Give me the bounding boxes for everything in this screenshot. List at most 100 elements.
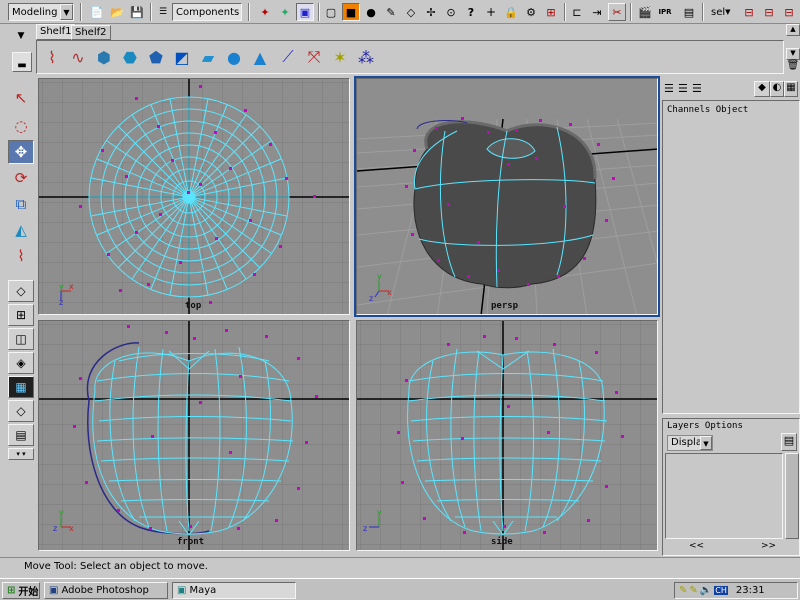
select-by-component-icon[interactable]: ▣ [296,3,314,21]
particle-icon[interactable]: ⁂ [355,45,377,69]
layers-header[interactable]: Layers Options [667,421,743,431]
task-label: Adobe Photoshop [61,585,149,596]
edge-mask-icon[interactable]: ✎ [382,3,400,21]
filter-icon[interactable]: ☰ [154,3,172,21]
viewport-front[interactable]: y x z front [38,320,350,551]
snap-view-icon[interactable]: ✂ [608,3,626,21]
persp-outliner-layout-icon[interactable]: ◈ [8,352,34,374]
light-icon[interactable]: ✶ [329,45,351,69]
panel-toggle-icon[interactable]: ▦ [784,81,798,97]
last-tool-icon[interactable]: ⌇ [8,244,34,268]
select-by-hierarchy-icon[interactable]: ✦ [256,3,274,21]
clock[interactable]: 23:31 [736,585,765,596]
selection-mask-field[interactable]: Components [172,3,242,21]
ik-handle-icon[interactable]: ⤧ [303,45,325,69]
trash-icon[interactable]: 🗑 [786,60,800,71]
four-pane-layout-icon[interactable]: ⊞ [8,304,34,326]
layers-next-button[interactable]: >> [761,541,776,551]
nurbs-sphere-icon[interactable]: ● [223,45,245,69]
manipulator-tool-icon[interactable]: ◭ [8,218,34,242]
render-icon[interactable]: 🎬 [636,3,654,21]
cv-curve-icon[interactable]: ⌇ [41,45,63,69]
side-view-canvas: y z [357,321,657,550]
nurbs-cone-icon[interactable]: ▲ [249,45,271,69]
sel-dropdown[interactable]: sel ▼ [708,3,738,21]
shelf-options-button[interactable]: ▬ [12,52,32,72]
render-mask-icon[interactable]: ⚙ [522,3,540,21]
single-pane-layout-icon[interactable]: ◇ [8,280,34,302]
channel-box-icon[interactable]: ☰ [664,82,674,95]
layer-list[interactable] [665,453,783,539]
vertex-mask-icon[interactable]: ● [362,3,380,21]
misc-mask-icon[interactable]: + [482,3,500,21]
move-tool-icon[interactable]: ✥ [8,140,34,164]
attribute-editor-icon[interactable]: ⊟ [760,3,778,21]
cv-mask-icon[interactable]: ■ [342,3,360,21]
loft-icon[interactable]: ⬣ [119,45,141,69]
revolve-icon[interactable]: ⬢ [93,45,115,69]
channels-header[interactable]: Channels Object [667,105,748,115]
planar-icon[interactable]: ◩ [171,45,193,69]
rotate-tool-icon[interactable]: ⟳ [8,166,34,190]
ime-badge[interactable]: CH [714,586,728,595]
snap-curve-icon[interactable]: ⊏ [568,3,586,21]
task-photoshop[interactable]: ▣ Adobe Photoshop [44,582,168,599]
tray-pencil2-icon[interactable]: ✎ [689,585,697,596]
new-layer-icon[interactable]: ▤ [781,433,797,451]
display-dropdown[interactable]: Display ▼ [667,435,713,451]
svg-text:x: x [69,524,74,533]
start-button[interactable]: ⊞ 开始 [2,582,40,599]
render-globals-icon[interactable]: ▤ [680,3,698,21]
svg-text:z: z [59,298,63,307]
channel-box-mode-icon[interactable]: ◆ [754,81,770,97]
face-mask-icon[interactable]: ◇ [402,3,420,21]
tray-volume-icon[interactable]: 🔊 [700,585,712,596]
new-scene-icon[interactable]: 📄 [88,3,106,21]
layer-list-scrollbar[interactable] [785,453,799,539]
svg-text:z: z [363,524,367,533]
layer-mode-icon[interactable]: ◐ [770,81,784,97]
task-maya[interactable]: ▣ Maya [172,582,296,599]
viewport-side[interactable]: y z side [356,320,658,551]
shelf-menu-button[interactable]: ▼ [10,24,32,48]
select-by-object-icon[interactable]: ✦ [276,3,294,21]
ep-curve-icon[interactable]: ∿ [67,45,89,69]
side-by-side-layout-icon[interactable]: ◫ [8,328,34,350]
nurbs-plane-icon[interactable]: ▰ [197,45,219,69]
mode-menu-dropdown[interactable]: Modeling ▼ [8,3,74,21]
hypergraph-layout-icon[interactable]: ◇ [8,400,34,422]
tool-settings-icon[interactable]: ⊟ [780,3,798,21]
both-panels-icon[interactable]: ☰ [692,82,702,95]
open-scene-icon[interactable]: 📂 [108,3,126,21]
handle-mask-icon[interactable]: ⊙ [442,3,460,21]
lasso-tool-icon[interactable]: ◌ [8,114,34,138]
graph-layout-icon[interactable]: ▦ [8,376,34,398]
shelf-scroll[interactable]: ▲ ▼ 🗑 [786,24,800,74]
tab-shelf1[interactable]: Shelf1 [36,24,76,40]
svg-text:z: z [369,294,373,303]
extrude-icon[interactable]: ⬟ [145,45,167,69]
save-scene-icon[interactable]: 💾 [128,3,146,21]
viewport-persp[interactable]: y x z persp [354,76,660,317]
grid-snap-icon[interactable]: ⊞ [542,3,560,21]
layers-prev-button[interactable]: << [689,541,704,551]
points-mask-icon[interactable]: ▢ [322,3,340,21]
layer-editor-icon[interactable]: ☰ [678,82,688,95]
snap-point-icon[interactable]: ⇥ [588,3,606,21]
scale-tool-icon[interactable]: ⧉ [8,192,34,216]
mode-menu-label: Modeling [12,6,58,18]
pivot-mask-icon[interactable]: ✢ [422,3,440,21]
layout-scroll-down[interactable]: ▾ ▾ [8,448,34,460]
tray-pencil-icon[interactable]: ✎ [679,585,687,596]
help-mask-icon[interactable]: ? [462,3,480,21]
tab-shelf2[interactable]: Shelf2 [71,25,111,40]
viewport-top[interactable]: z x y top [38,78,350,315]
select-tool-icon[interactable]: ↖ [8,86,34,110]
svg-text:y: y [59,282,64,291]
trax-layout-icon[interactable]: ▤ [8,424,34,446]
lock-icon[interactable]: 🔒 [502,3,520,21]
outliner-icon[interactable]: ⊟ [740,3,758,21]
joint-tool-icon[interactable]: ⟋ [277,45,299,69]
ipr-render-icon[interactable]: IPR [656,3,674,21]
channel-box-area[interactable]: Channels Object [662,100,800,414]
